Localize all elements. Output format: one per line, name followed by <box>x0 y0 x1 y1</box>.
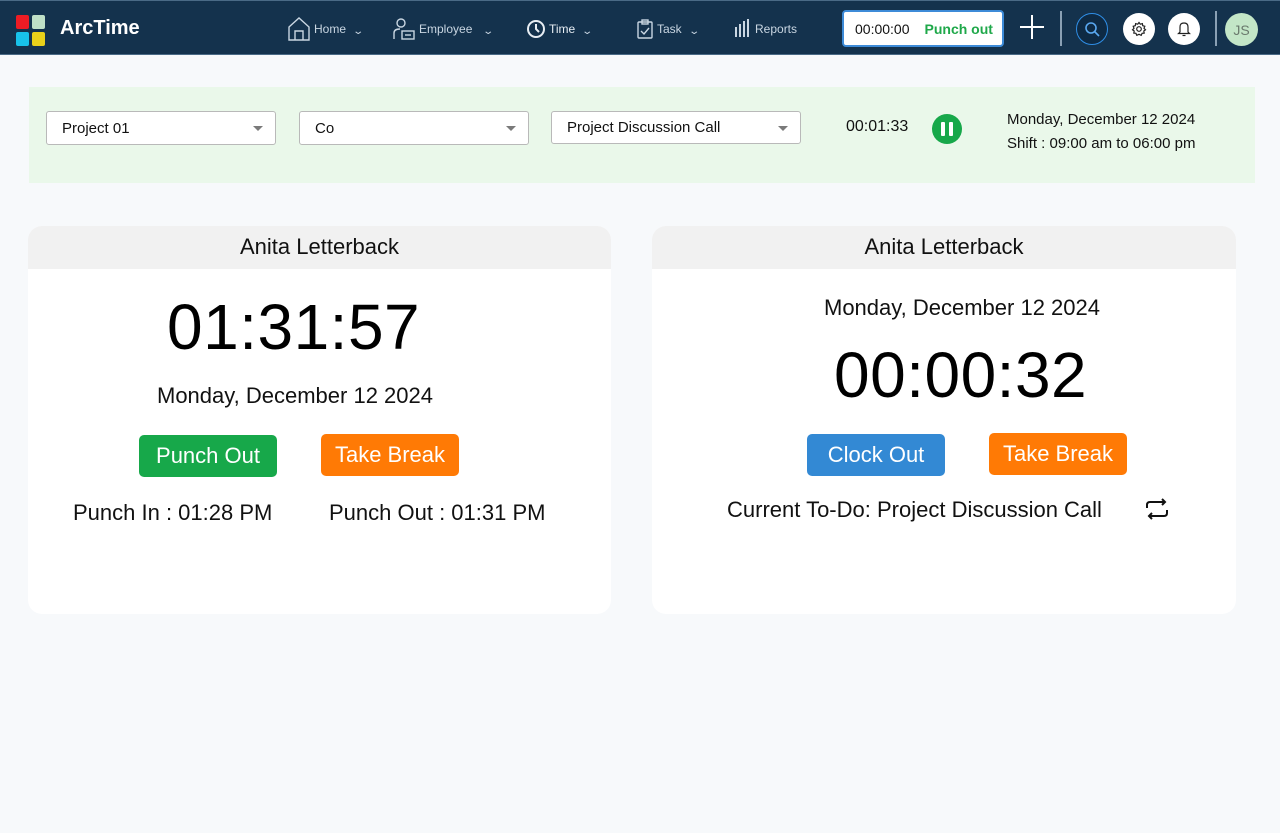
elapsed-time: 01:31:57 <box>167 291 421 363</box>
punch-out-button[interactable]: Punch Out <box>139 435 277 477</box>
nav-home[interactable]: Home ⌄ <box>287 15 365 43</box>
employee-name: Anita Letterback <box>652 226 1236 269</box>
tracking-filter-bar: Project 01 Co Project Discussion Call 00… <box>29 87 1255 183</box>
project-select-value: Project 01 <box>62 119 130 137</box>
settings-button[interactable] <box>1123 13 1155 45</box>
brand-name[interactable]: ArcTime <box>60 17 140 40</box>
punch-widget: 00:00:00 Punch out <box>842 10 1004 47</box>
caret-down-icon <box>253 126 263 131</box>
clock-icon <box>527 20 545 38</box>
card-date: Monday, December 12 2024 <box>157 383 433 408</box>
chevron-down-icon: ⌄ <box>482 25 495 37</box>
nav-task-label: Task <box>657 22 682 36</box>
nav-employee[interactable]: Employee ⌄ <box>392 15 495 43</box>
gear-icon <box>1131 21 1147 37</box>
caret-down-icon <box>778 126 788 131</box>
switch-todo-icon[interactable] <box>1144 497 1170 521</box>
nav-time-label: Time <box>549 22 576 36</box>
take-break-button[interactable]: Take Break <box>989 433 1127 475</box>
punch-out-link[interactable]: Punch out <box>925 21 993 37</box>
nav-home-label: Home <box>314 22 347 36</box>
bell-icon <box>1177 22 1191 37</box>
plus-icon <box>1020 15 1044 39</box>
caret-down-icon <box>506 126 516 131</box>
punch-out-time: Punch Out : 01:31 PM <box>329 500 546 525</box>
elapsed-time: 00:00:32 <box>834 339 1088 411</box>
task-select-value: Co <box>315 119 335 137</box>
add-button[interactable] <box>1019 14 1045 42</box>
date-shift-info: Monday, December 12 2024 Shift : 09:00 a… <box>1007 108 1195 156</box>
todo-select[interactable]: Project Discussion Call <box>551 111 801 144</box>
current-todo: Current To-Do: Project Discussion Call <box>727 497 1102 522</box>
nav-task[interactable]: Task ⌄ <box>636 15 700 43</box>
user-avatar[interactable]: JS <box>1225 13 1258 46</box>
punch-widget-time: 00:00:00 <box>855 20 910 37</box>
top-nav-bar: ArcTime Home ⌄ Employee ⌄ Time ⌄ Task ⌄ … <box>0 0 1280 55</box>
arctime-logo-icon[interactable] <box>16 15 46 47</box>
search-button[interactable] <box>1076 13 1108 45</box>
employee-name: Anita Letterback <box>28 226 611 269</box>
notifications-button[interactable] <box>1168 13 1200 45</box>
nav-reports[interactable]: Reports <box>734 15 797 43</box>
clock-out-button[interactable]: Clock Out <box>807 434 945 476</box>
current-date: Monday, December 12 2024 <box>1007 111 1196 128</box>
nav-employee-label: Employee <box>419 22 473 36</box>
employee-icon <box>393 18 415 40</box>
divider <box>1060 11 1062 46</box>
bar-chart-icon <box>735 19 749 37</box>
clipboard-check-icon <box>637 19 653 39</box>
chevron-down-icon: ⌄ <box>352 25 365 37</box>
home-icon <box>288 17 310 41</box>
search-icon <box>1085 22 1100 37</box>
punch-card: Anita Letterback 01:31:57 Monday, Decemb… <box>28 226 611 614</box>
nav-time[interactable]: Time ⌄ <box>526 15 594 43</box>
punch-in-time: Punch In : 01:28 PM <box>73 500 273 525</box>
task-timer: 00:01:33 <box>846 118 909 135</box>
nav-reports-label: Reports <box>755 22 798 36</box>
pause-icon[interactable] <box>932 114 962 144</box>
divider <box>1215 11 1217 46</box>
shift-hours: Shift : 09:00 am to 06:00 pm <box>1007 135 1196 152</box>
task-select[interactable]: Co <box>299 111 529 145</box>
project-select[interactable]: Project 01 <box>46 111 276 145</box>
chevron-down-icon: ⌄ <box>581 25 594 37</box>
clock-card: Anita Letterback Monday, December 12 202… <box>652 226 1236 614</box>
take-break-button[interactable]: Take Break <box>321 434 459 476</box>
todo-select-value: Project Discussion Call <box>567 119 721 136</box>
chevron-down-icon: ⌄ <box>688 25 700 37</box>
card-date: Monday, December 12 2024 <box>824 295 1100 320</box>
